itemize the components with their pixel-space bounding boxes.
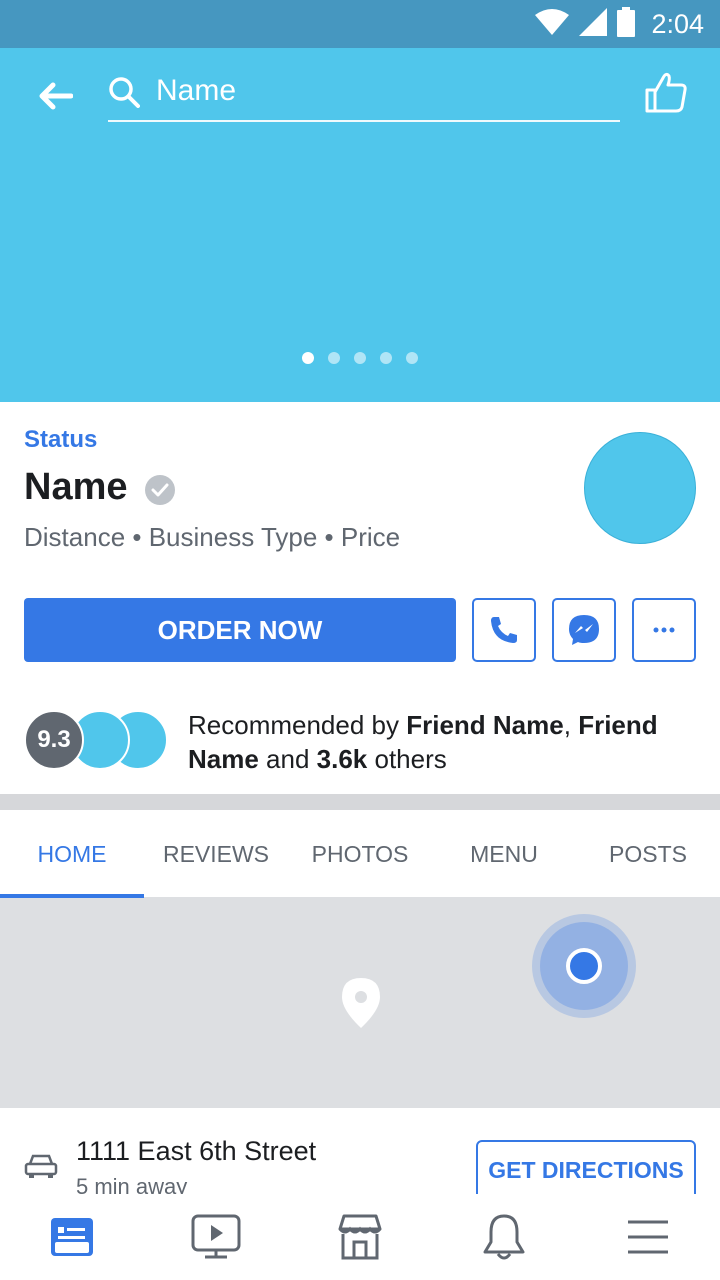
- menu-icon[interactable]: [576, 1194, 720, 1280]
- carousel-indicator: [0, 352, 720, 364]
- wifi-icon: [535, 8, 570, 40]
- signal-icon: [579, 7, 608, 41]
- marketplace-icon[interactable]: [288, 1194, 432, 1280]
- page-title: Name: [24, 466, 128, 508]
- cover-photo[interactable]: Name: [0, 48, 720, 402]
- back-arrow-icon: [39, 82, 73, 110]
- search-text: Name: [156, 74, 237, 107]
- status-bar: 2:04: [0, 0, 720, 48]
- car-icon: [24, 1152, 58, 1185]
- rating-badge: 9.3: [24, 710, 84, 770]
- more-icon: [653, 627, 675, 633]
- tab-photos[interactable]: PHOTOS: [288, 810, 432, 898]
- tab-reviews[interactable]: REVIEWS: [144, 810, 288, 898]
- more-options-button[interactable]: [632, 598, 696, 662]
- order-now-button[interactable]: ORDER NOW: [24, 598, 456, 662]
- search-icon: [108, 76, 140, 113]
- address-row: 1111 East 6th Street 5 min away GET DIRE…: [0, 1108, 720, 1194]
- status-label: Status: [24, 426, 98, 453]
- like-button[interactable]: [644, 70, 692, 118]
- news-feed-icon[interactable]: [0, 1194, 144, 1280]
- map-pin-icon: [342, 978, 380, 1033]
- tab-posts[interactable]: POSTS: [576, 810, 720, 898]
- verified-badge-icon: [145, 475, 175, 505]
- phone-icon: [491, 617, 517, 643]
- thumbs-up-icon: [645, 72, 687, 113]
- tab-menu[interactable]: MENU: [432, 810, 576, 898]
- carousel-dot[interactable]: [354, 352, 366, 364]
- travel-time: 5 min away: [76, 1174, 188, 1194]
- location-map[interactable]: [0, 898, 720, 1108]
- recommend-count: 3.6k: [316, 744, 368, 774]
- watch-icon[interactable]: [144, 1194, 288, 1280]
- business-info: Status Name Distance • Business Type • P…: [0, 402, 720, 794]
- battery-icon: [617, 6, 636, 42]
- message-button[interactable]: [552, 598, 616, 662]
- carousel-dot[interactable]: [302, 352, 314, 364]
- page-tabs: HOME REVIEWS PHOTOS MENU POSTS: [0, 810, 720, 898]
- section-divider: [0, 794, 720, 810]
- status-time: 2:04: [651, 8, 704, 39]
- search-bar[interactable]: Name: [108, 68, 620, 122]
- carousel-dot[interactable]: [328, 352, 340, 364]
- address-text: 1111 East 6th Street: [76, 1136, 317, 1166]
- current-location-icon: [532, 914, 636, 1018]
- tab-home[interactable]: HOME: [0, 810, 144, 898]
- recommendation-text: Recommended by Friend Name, Friend Name …: [188, 710, 658, 774]
- recommendations[interactable]: 9.3 Recommended by Friend Name, Friend N…: [24, 708, 696, 774]
- profile-picture[interactable]: [584, 432, 696, 544]
- friend-name: Friend Name: [406, 710, 564, 740]
- carousel-dot[interactable]: [406, 352, 418, 364]
- notifications-icon[interactable]: [432, 1194, 576, 1280]
- bottom-navigation: [0, 1194, 720, 1280]
- back-button[interactable]: [36, 76, 76, 116]
- messenger-icon: [569, 615, 599, 645]
- get-directions-button[interactable]: GET DIRECTIONS: [476, 1140, 696, 1194]
- call-button[interactable]: [472, 598, 536, 662]
- carousel-dot[interactable]: [380, 352, 392, 364]
- business-meta: Distance • Business Type • Price: [24, 522, 401, 552]
